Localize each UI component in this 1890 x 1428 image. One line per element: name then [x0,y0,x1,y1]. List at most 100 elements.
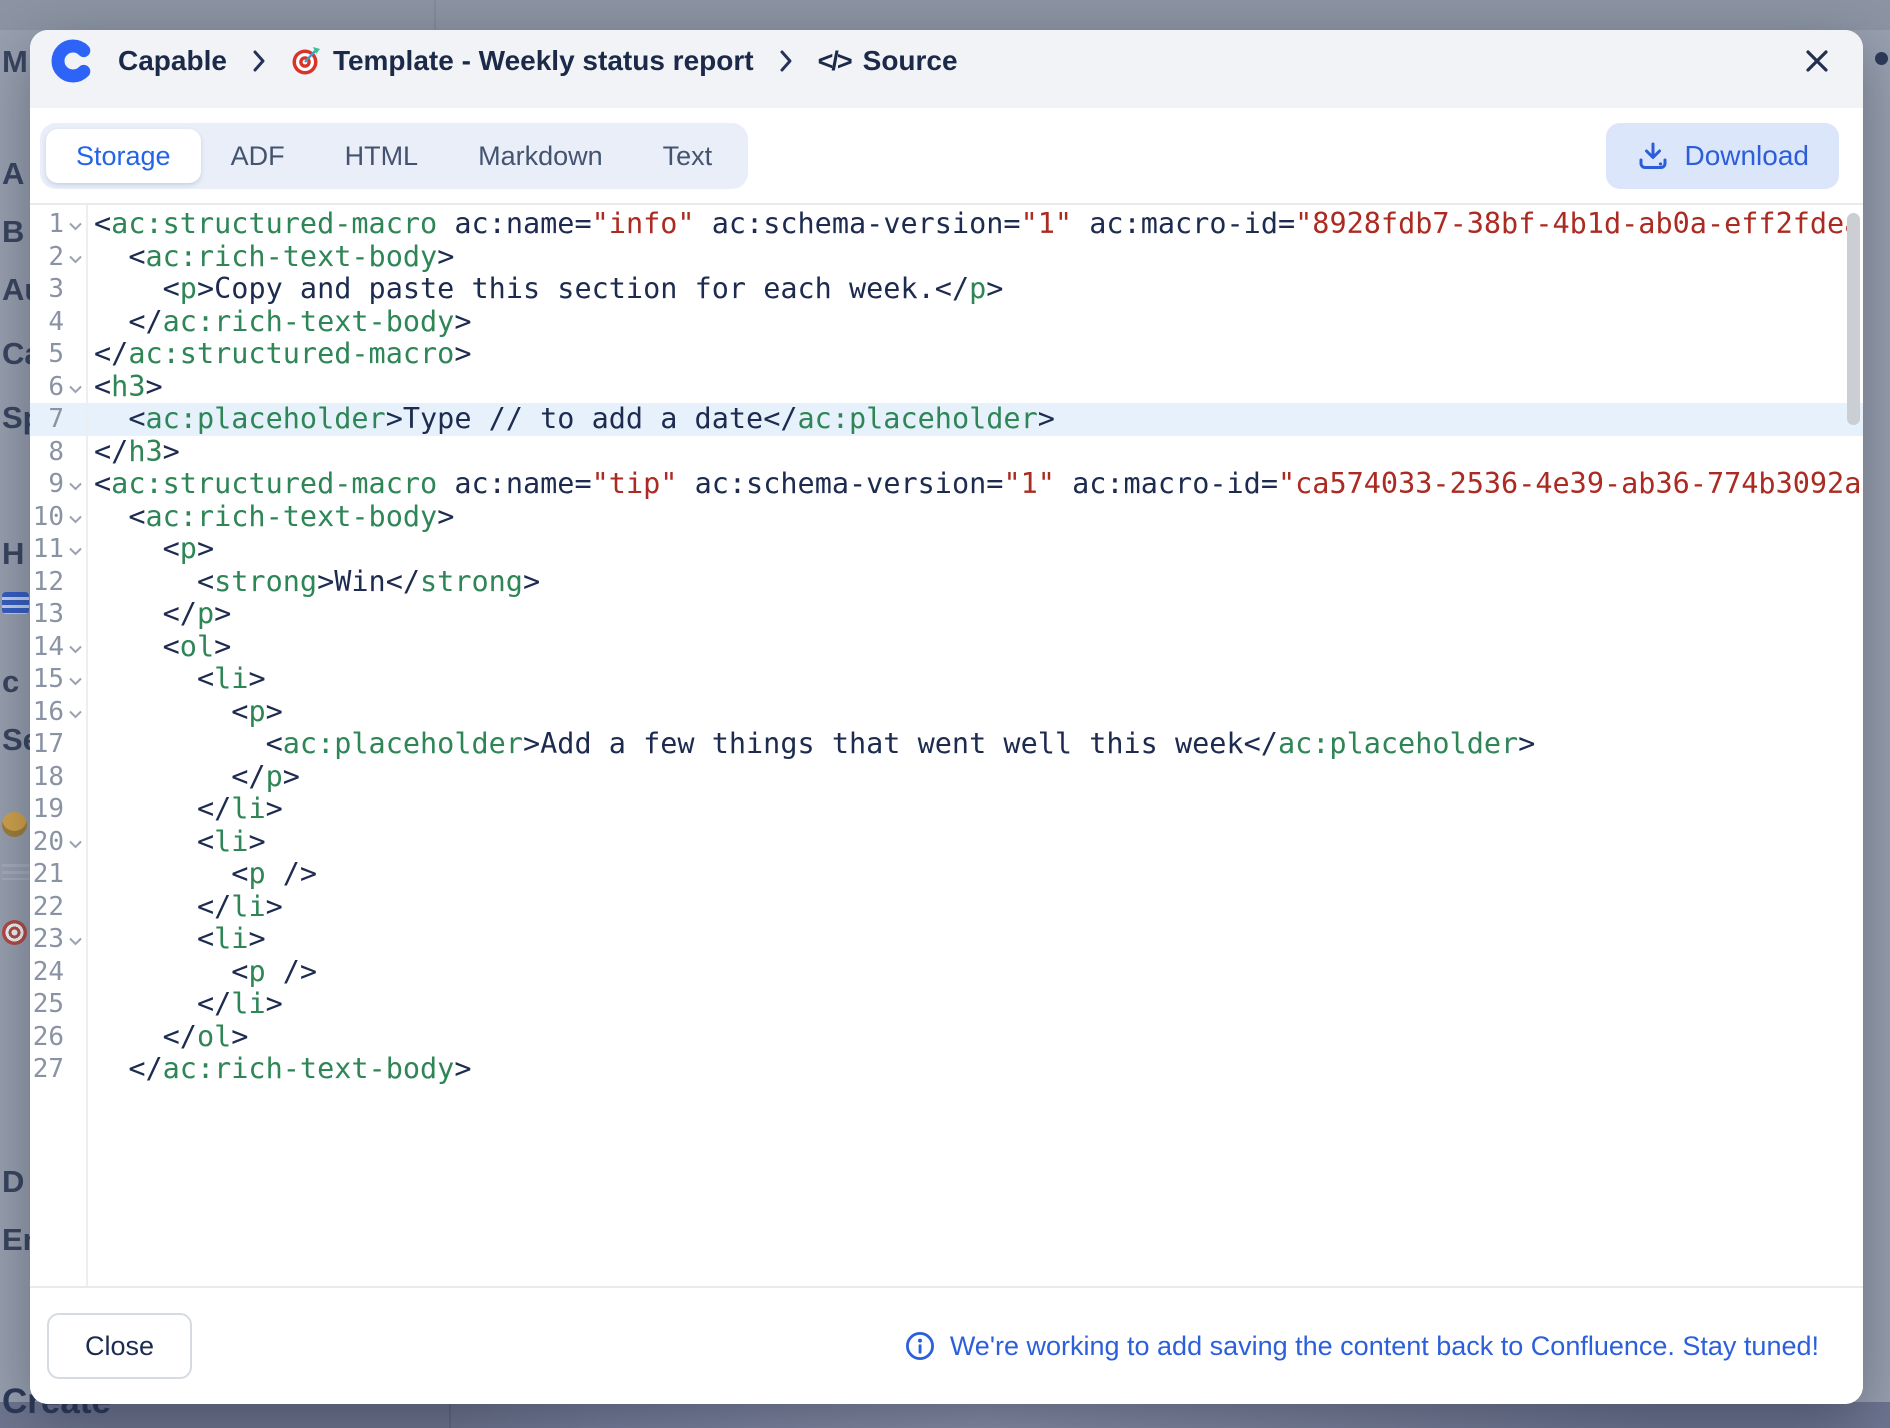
code-line[interactable]: 14 <ol> [30,631,1863,664]
line-number: 26 [30,1022,64,1052]
code-text: <strong>Win</strong> [86,566,540,599]
gutter-cell: 5 [30,338,86,371]
line-number: 10 [30,502,64,532]
code-line[interactable]: 25 </li> [30,988,1863,1021]
code-line[interactable]: 11 <p> [30,533,1863,566]
code-line[interactable]: 16 <p> [30,696,1863,729]
code-line[interactable]: 23 <li> [30,923,1863,956]
code-line[interactable]: 5</ac:structured-macro> [30,338,1863,371]
code-line[interactable]: 1<ac:structured-macro ac:name="info" ac:… [30,208,1863,241]
code-line[interactable]: 6<h3> [30,371,1863,404]
tab-text[interactable]: Text [633,129,743,183]
background-sidebar-item: c [2,664,19,700]
fold-toggle-icon[interactable] [64,672,86,686]
code-line[interactable]: 22 </li> [30,891,1863,924]
close-icon[interactable] [1797,41,1837,81]
code-line[interactable]: 19 </li> [30,793,1863,826]
fold-spacer [64,579,86,584]
download-button[interactable]: Download [1606,123,1839,189]
code-text: <li> [86,923,266,956]
fold-toggle-icon[interactable] [64,640,86,654]
line-number: 11 [30,534,64,564]
code-line[interactable]: 20 <li> [30,826,1863,859]
gutter-cell: 12 [30,566,86,599]
line-number: 17 [30,729,64,759]
background-sidebar-item: A [2,156,24,192]
gutter-cell: 19 [30,793,86,826]
line-number: 2 [30,242,64,272]
line-number: 13 [30,599,64,629]
code-line[interactable]: 17 <ac:placeholder>Add a few things that… [30,728,1863,761]
code-line[interactable]: 3 <p>Copy and paste this section for eac… [30,273,1863,306]
background-sidebar-item: D [2,1164,24,1200]
fold-toggle-icon[interactable] [64,932,86,946]
close-button[interactable]: Close [47,1313,192,1379]
code-text: <p /> [86,858,317,891]
gutter-cell: 23 [30,923,86,956]
line-number: 3 [30,274,64,304]
tab-adf[interactable]: ADF [201,129,315,183]
fold-toggle-icon[interactable] [64,250,86,264]
gutter-cell: 20 [30,826,86,859]
line-number: 12 [30,567,64,597]
fold-toggle-icon[interactable] [64,217,86,231]
scrollbar-thumb[interactable] [1847,213,1860,425]
code-line[interactable]: 8</h3> [30,436,1863,469]
fold-spacer [64,417,86,422]
code-line[interactable]: 4 </ac:rich-text-body> [30,306,1863,339]
gutter-cell: 13 [30,598,86,631]
code-line[interactable]: 24 <p /> [30,956,1863,989]
gutter-cell: 16 [30,696,86,729]
tab-html[interactable]: HTML [315,129,449,183]
code-line[interactable]: 26 </ol> [30,1021,1863,1054]
code-line[interactable]: 10 <ac:rich-text-body> [30,501,1863,534]
code-line[interactable]: 2 <ac:rich-text-body> [30,241,1863,274]
line-number: 18 [30,762,64,792]
background-sidebar-item: B [2,214,24,250]
gutter-cell: 14 [30,631,86,664]
line-number: 16 [30,697,64,727]
line-number: 24 [30,957,64,987]
code-line[interactable]: 21 <p /> [30,858,1863,891]
code-text: <li> [86,663,266,696]
code-line[interactable]: 15 <li> [30,663,1863,696]
code-line[interactable]: 9<ac:structured-macro ac:name="tip" ac:s… [30,468,1863,501]
code-line[interactable]: 13 </p> [30,598,1863,631]
download-icon [1636,139,1670,173]
fold-spacer [64,352,86,357]
fold-toggle-icon[interactable] [64,380,86,394]
target-fragment-icon [2,920,27,945]
fold-spacer [64,1067,86,1072]
fold-toggle-icon[interactable] [64,542,86,556]
fold-toggle-icon[interactable] [64,510,86,524]
gutter-cell: 3 [30,273,86,306]
fold-spacer [64,1034,86,1039]
gutter-cell: 7 [30,403,86,436]
code-text: </ac:rich-text-body> [86,1053,472,1086]
line-number: 4 [30,307,64,337]
tab-storage[interactable]: Storage [46,129,201,183]
line-number: 15 [30,664,64,694]
code-line[interactable]: 7 <ac:placeholder>Type // to add a date<… [30,403,1863,436]
code-text: <p> [86,533,214,566]
tab-markdown[interactable]: Markdown [448,129,633,183]
background-page-dot [1875,52,1888,65]
format-toolbar: StorageADFHTMLMarkdownText Download [30,108,1863,205]
code-editor[interactable]: 1<ac:structured-macro ac:name="info" ac:… [30,205,1863,1288]
code-line[interactable]: 27 </ac:rich-text-body> [30,1053,1863,1086]
modal-footer: Close We're working to add saving the co… [30,1288,1863,1404]
line-number: 9 [30,469,64,499]
line-number: 5 [30,339,64,369]
code-text: <p> [86,696,283,729]
fold-spacer [64,1002,86,1007]
code-line[interactable]: 12 <strong>Win</strong> [30,566,1863,599]
code-text: </ac:rich-text-body> [86,306,472,339]
gutter-cell: 1 [30,208,86,241]
line-number: 20 [30,827,64,857]
code-text: <li> [86,826,266,859]
fold-spacer [64,612,86,617]
fold-toggle-icon[interactable] [64,705,86,719]
fold-toggle-icon[interactable] [64,835,86,849]
fold-toggle-icon[interactable] [64,477,86,491]
code-line[interactable]: 18 </p> [30,761,1863,794]
